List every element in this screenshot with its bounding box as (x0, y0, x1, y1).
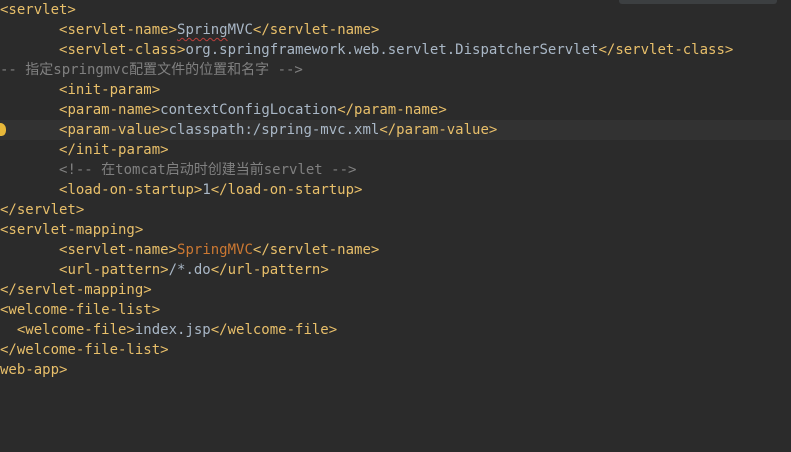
xml-text: SpringMVC (177, 242, 253, 258)
xml-tag: <welcome-file> (16, 322, 135, 338)
code-line[interactable]: <param-name>contextConfigLocation</param… (0, 100, 791, 120)
xml-tag: <servlet> (0, 2, 76, 18)
code-lines: <servlet> <servlet-name>SpringMVC</servl… (0, 0, 791, 380)
xml-tag: </welcome-file-list> (0, 342, 169, 358)
code-line[interactable]: -- 指定springmvc配置文件的位置和名字 --> (0, 60, 791, 80)
code-line[interactable]: </init-param> (0, 140, 791, 160)
code-line[interactable]: <!-- 在tomcat启动时创建当前servlet --> (0, 160, 791, 180)
xml-tag: <url-pattern> (59, 262, 169, 278)
code-line[interactable]: </servlet> (0, 200, 791, 220)
xml-tag: web-app> (0, 362, 68, 378)
xml-tag: <param-value> (59, 122, 169, 138)
xml-tag: </load-on-startup> (210, 182, 363, 198)
code-line[interactable]: <servlet-class>org.springframework.web.s… (0, 40, 791, 60)
code-line[interactable]: <url-pattern>/*.do</url-pattern> (0, 260, 791, 280)
code-line[interactable]: <servlet-name>SpringMVC</servlet-name> (0, 240, 791, 260)
xml-tag: </welcome-file> (210, 322, 338, 338)
xml-tag: </param-value> (379, 122, 498, 138)
code-line[interactable]: <servlet-mapping> (0, 220, 791, 240)
xml-tag: <servlet-class> (59, 42, 186, 58)
xml-tag: <param-name> (59, 102, 161, 118)
xml-comment: -- 指定springmvc配置文件的位置和名字 --> (0, 62, 303, 78)
xml-text: /*.do (168, 262, 211, 278)
xml-tag: <load-on-startup> (59, 182, 203, 198)
code-line[interactable]: <servlet-name>SpringMVC</servlet-name> (0, 20, 791, 40)
code-line[interactable]: <init-param> (0, 80, 791, 100)
xml-tag: <servlet-name> (59, 22, 178, 38)
xml-text: MVC (227, 22, 253, 38)
code-line[interactable]: <param-value>classpath:/spring-mvc.xml</… (0, 120, 791, 140)
xml-tag: <servlet-mapping> (0, 222, 144, 238)
xml-tag: </servlet-name> (252, 242, 380, 258)
code-line[interactable]: </servlet-mapping> (0, 280, 791, 300)
xml-tag: </init-param> (59, 142, 169, 158)
xml-comment: <!-- 在tomcat启动时创建当前servlet --> (59, 162, 357, 178)
xml-tag: </servlet> (0, 202, 85, 218)
code-editor[interactable]: <servlet> <servlet-name>SpringMVC</servl… (0, 0, 791, 452)
xml-tag: <servlet-name> (59, 242, 178, 258)
xml-text: classpath:/spring-mvc.xml (168, 122, 380, 138)
xml-tag: </param-name> (337, 102, 447, 118)
code-line[interactable]: <welcome-file>index.jsp</welcome-file> (0, 320, 791, 340)
code-line[interactable]: <welcome-file-list> (0, 300, 791, 320)
xml-text: 1 (202, 182, 211, 198)
code-line[interactable]: <load-on-startup>1</load-on-startup> (0, 180, 791, 200)
xml-tag: <welcome-file-list> (0, 302, 161, 318)
code-line[interactable]: <servlet> (0, 0, 791, 20)
xml-tag: <init-param> (59, 82, 161, 98)
xml-tag: </servlet-mapping> (0, 282, 152, 298)
xml-text: index.jsp (134, 322, 211, 338)
code-line[interactable]: </welcome-file-list> (0, 340, 791, 360)
xml-text: Spring (177, 22, 228, 38)
xml-tag: </servlet-name> (252, 22, 380, 38)
xml-text: org.springframework.web.servlet.Dispatch… (185, 42, 599, 58)
xml-text: contextConfigLocation (160, 102, 338, 118)
xml-tag: </servlet-class> (598, 42, 734, 58)
xml-tag: </url-pattern> (210, 262, 329, 278)
code-line[interactable]: web-app> (0, 360, 791, 380)
